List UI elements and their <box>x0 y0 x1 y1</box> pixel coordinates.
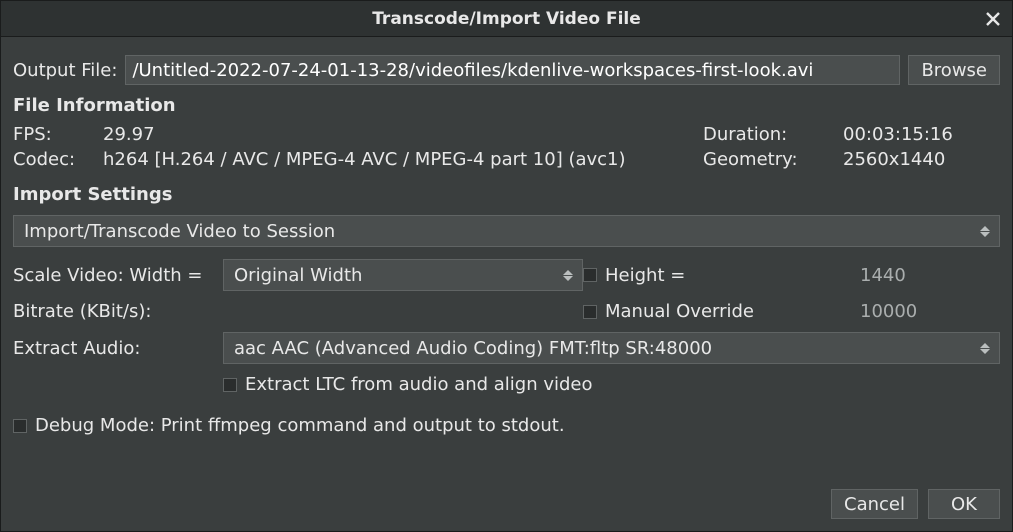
geometry-label: Geometry: <box>703 149 843 170</box>
scale-width-combo[interactable]: Original Width <box>223 259 583 291</box>
height-label: Height = <box>605 265 860 286</box>
manual-override-checkbox[interactable] <box>583 305 597 319</box>
import-settings-heading: Import Settings <box>13 184 1000 205</box>
file-info-grid: FPS: 29.97 Duration: 00:03:15:16 Codec: … <box>13 124 1000 170</box>
scale-width-value: Original Width <box>234 265 362 286</box>
extract-ltc-checkbox[interactable] <box>223 378 237 392</box>
chevron-updown-icon <box>977 221 993 241</box>
titlebar: Transcode/Import Video File <box>1 1 1012 37</box>
extract-audio-value: aac AAC (Advanced Audio Coding) FMT:fltp… <box>234 338 712 359</box>
bitrate-spinner[interactable]: 10000 <box>860 301 1000 322</box>
duration-value: 00:03:15:16 <box>843 124 1000 145</box>
file-information-heading: File Information <box>13 95 1000 116</box>
debug-mode-label: Debug Mode: Print ffmpeg command and out… <box>35 415 565 436</box>
extract-audio-combo[interactable]: aac AAC (Advanced Audio Coding) FMT:fltp… <box>223 332 1000 364</box>
import-mode-value: Import/Transcode Video to Session <box>24 221 335 242</box>
codec-value: h264 [H.264 / AVC / MPEG-4 AVC / MPEG-4 … <box>103 149 703 170</box>
cancel-button[interactable]: Cancel <box>831 489 918 519</box>
fps-value: 29.97 <box>103 124 703 145</box>
import-settings-grid: Scale Video: Width = Original Width Heig… <box>13 259 1000 395</box>
ok-button[interactable]: OK <box>928 489 1000 519</box>
duration-label: Duration: <box>703 124 843 145</box>
dialog-window: Transcode/Import Video File Output File:… <box>0 0 1013 532</box>
browse-button[interactable]: Browse <box>908 55 1000 85</box>
import-mode-combo[interactable]: Import/Transcode Video to Session <box>13 215 1000 247</box>
height-spinner[interactable]: 1440 <box>860 265 1000 286</box>
close-button[interactable] <box>982 8 1004 30</box>
chevron-updown-icon <box>977 338 993 358</box>
debug-mode-row: Debug Mode: Print ffmpeg command and out… <box>13 415 1000 436</box>
close-icon <box>986 12 1000 26</box>
extract-ltc-label: Extract LTC from audio and align video <box>245 374 593 395</box>
fps-label: FPS: <box>13 124 103 145</box>
window-title: Transcode/Import Video File <box>372 9 641 29</box>
dialog-content: Output File: Browse File Information FPS… <box>1 37 1012 531</box>
bitrate-label: Bitrate (KBit/s): <box>13 301 223 322</box>
codec-label: Codec: <box>13 149 103 170</box>
output-file-input[interactable] <box>125 55 900 85</box>
extract-audio-label: Extract Audio: <box>13 338 223 359</box>
manual-override-label: Manual Override <box>605 301 860 322</box>
chevron-updown-icon <box>560 265 576 285</box>
output-file-label: Output File: <box>13 60 117 81</box>
height-checkbox[interactable] <box>583 268 597 282</box>
scale-video-label: Scale Video: Width = <box>13 265 223 286</box>
extract-ltc-row: Extract LTC from audio and align video <box>223 374 1000 395</box>
output-file-row: Output File: Browse <box>13 55 1000 85</box>
geometry-value: 2560x1440 <box>843 149 1000 170</box>
debug-mode-checkbox[interactable] <box>13 419 27 433</box>
dialog-footer: Cancel OK <box>13 475 1000 519</box>
